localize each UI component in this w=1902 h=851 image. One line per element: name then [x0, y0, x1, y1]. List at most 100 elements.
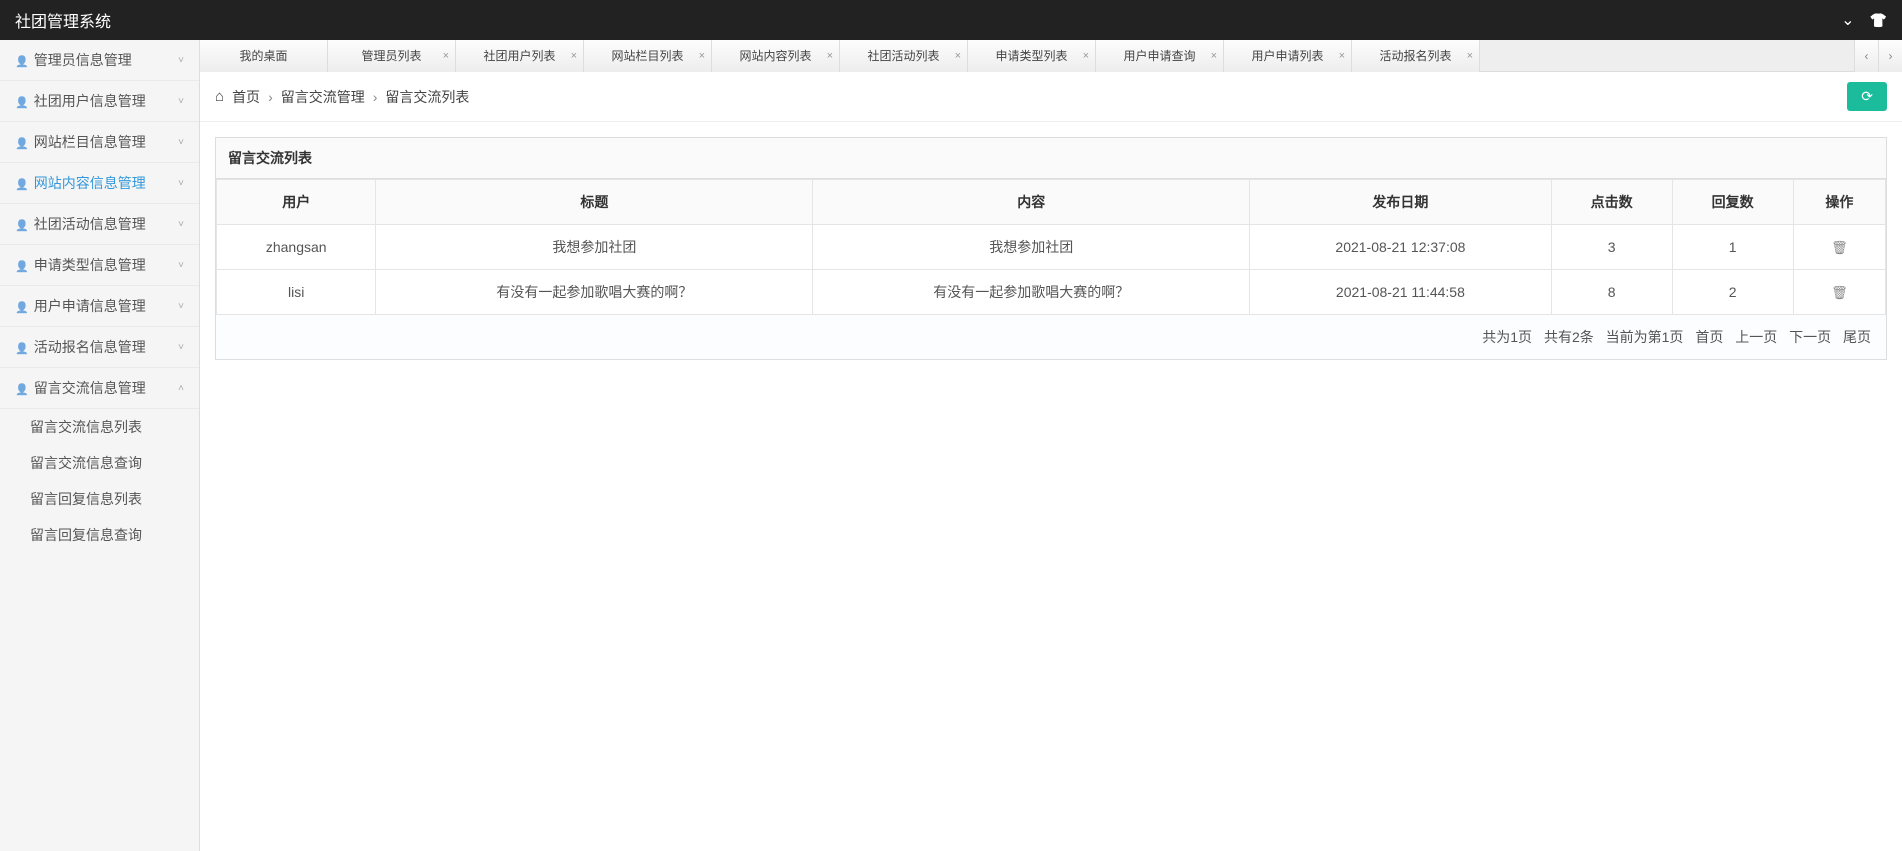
- table-header: 内容: [813, 180, 1250, 225]
- chevron-down-icon: ˅: [178, 178, 184, 189]
- sidebar-item[interactable]: 网站栏目信息管理˅: [0, 122, 199, 163]
- tab-label: 网站内容列表: [739, 47, 811, 64]
- sidebar-item-label: 社团用户信息管理: [34, 91, 146, 111]
- tab-nav: ‹ ›: [1854, 40, 1902, 72]
- sidebar-sub-item[interactable]: 留言交流信息查询: [0, 445, 199, 481]
- table-cell: zhangsan: [217, 225, 376, 270]
- table-cell: 1: [1672, 225, 1793, 270]
- table-header: 标题: [376, 180, 813, 225]
- tab[interactable]: 活动报名列表 ×: [1352, 40, 1480, 72]
- tab[interactable]: 申请类型列表×: [968, 40, 1096, 72]
- tab[interactable]: 社团活动列表 ×: [840, 40, 968, 72]
- table-row: zhangsan我想参加社团我想参加社团2021-08-21 12:37:083…: [217, 225, 1886, 270]
- sidebar-sub-item[interactable]: 留言回复信息查询: [0, 517, 199, 553]
- table-cell: 2: [1672, 270, 1793, 315]
- tab[interactable]: 网站栏目列表×: [584, 40, 712, 72]
- header-actions: [1841, 10, 1887, 30]
- close-icon[interactable]: ×: [1083, 50, 1089, 62]
- chevron-down-icon: ˅: [178, 219, 184, 230]
- sidebar-item[interactable]: 用户申请信息管理 ˅: [0, 286, 199, 327]
- chevron-down-icon: ˅: [178, 301, 184, 312]
- sidebar-item[interactable]: 申请类型信息管理˅: [0, 245, 199, 286]
- tab-label: 活动报名列表: [1379, 47, 1451, 64]
- pagination-next[interactable]: 下一页: [1789, 329, 1831, 345]
- table-cell: 有没有一起参加歌唱大赛的啊？: [813, 270, 1250, 315]
- user-icon: [15, 216, 29, 232]
- tab-label: 用户申请查询: [1123, 47, 1195, 64]
- sidebar-collapse-handle[interactable]: ◀: [199, 400, 200, 430]
- close-icon[interactable]: ×: [1211, 50, 1217, 62]
- dropdown-icon[interactable]: [1841, 10, 1854, 30]
- table-cell: 2021-08-21 11:44:58: [1250, 270, 1552, 315]
- user-icon: [15, 175, 29, 191]
- pagination-last[interactable]: 尾页: [1843, 329, 1871, 345]
- close-icon[interactable]: ×: [699, 50, 705, 62]
- table-header: 用户: [217, 180, 376, 225]
- chevron-up-icon: ˄: [178, 383, 184, 394]
- tab-scroll-left[interactable]: ‹: [1854, 40, 1878, 72]
- close-icon[interactable]: ×: [571, 50, 577, 62]
- sidebar-item-label: 申请类型信息管理: [34, 255, 146, 275]
- sidebar-item[interactable]: 社团用户信息管理˅: [0, 81, 199, 122]
- table-cell: 3: [1551, 225, 1672, 270]
- tab[interactable]: 我的桌面: [200, 40, 328, 72]
- sidebar-item[interactable]: 社团活动信息管理 ˅: [0, 204, 199, 245]
- tabs-container: 我的桌面管理员列表×社团用户列表×网站栏目列表×网站内容列表×社团活动列表×申请…: [200, 40, 1854, 72]
- breadcrumb-sep: ›: [373, 89, 378, 105]
- sidebar-item-label: 社团活动信息管理: [34, 214, 146, 234]
- sidebar-item[interactable]: 活动报名信息管理˅: [0, 327, 199, 368]
- table-header: 操作: [1793, 180, 1885, 225]
- close-icon[interactable]: ×: [1339, 50, 1345, 62]
- pagination-prev[interactable]: 上一页: [1735, 329, 1777, 345]
- table-cell: 我想参加社团: [813, 225, 1250, 270]
- sidebar-item-label: 用户申请信息管理: [34, 296, 146, 316]
- user-icon: [15, 380, 29, 396]
- tab[interactable]: 用户申请列表 ×: [1224, 40, 1352, 72]
- delete-icon[interactable]: [1831, 284, 1848, 300]
- tab-scroll-right[interactable]: ›: [1878, 40, 1902, 72]
- theme-icon[interactable]: [1870, 12, 1887, 29]
- tab-label: 用户申请列表: [1251, 47, 1323, 64]
- sidebar: 管理员信息管理˅社团用户信息管理˅网站栏目信息管理˅网站内容信息管理˅社团活动信…: [0, 40, 200, 851]
- sidebar-submenu: 留言交流信息列表留言交流信息查询留言回复信息列表留言回复信息查询: [0, 409, 199, 553]
- breadcrumb-home[interactable]: 首页: [232, 87, 260, 107]
- breadcrumb-sep: ›: [268, 89, 273, 105]
- user-icon: [15, 339, 29, 355]
- tab[interactable]: 社团用户列表×: [456, 40, 584, 72]
- close-icon[interactable]: ×: [955, 50, 961, 62]
- tab-label: 管理员列表: [361, 47, 421, 64]
- delete-icon[interactable]: [1831, 239, 1848, 255]
- table-cell: 有没有一起参加歌唱大赛的啊？: [376, 270, 813, 315]
- tabs-bar: 我的桌面管理员列表×社团用户列表×网站栏目列表×网站内容列表×社团活动列表×申请…: [200, 40, 1902, 72]
- sidebar-sub-item[interactable]: 留言交流信息列表: [0, 409, 199, 445]
- sidebar-item[interactable]: 留言交流信息管理˄: [0, 368, 199, 409]
- close-icon[interactable]: ×: [443, 50, 449, 62]
- panel-title: 留言交流列表: [216, 138, 1886, 179]
- tab[interactable]: 管理员列表 ×: [328, 40, 456, 72]
- table-cell: lisi: [217, 270, 376, 315]
- sidebar-item[interactable]: 网站内容信息管理 ˅: [0, 163, 199, 204]
- user-icon: [15, 52, 29, 68]
- sidebar-item-label: 网站内容信息管理: [34, 173, 146, 193]
- breadcrumb-bar: 首页 › 留言交流管理 › 留言交流列表: [200, 72, 1902, 122]
- table-cell: 我想参加社团: [376, 225, 813, 270]
- close-icon[interactable]: ×: [1467, 50, 1473, 62]
- table-cell: 8: [1551, 270, 1672, 315]
- tab-label: 社团活动列表: [867, 47, 939, 64]
- breadcrumb-group[interactable]: 留言交流管理: [281, 87, 365, 107]
- tab[interactable]: 网站内容列表 ×: [712, 40, 840, 72]
- refresh-button[interactable]: [1847, 82, 1887, 111]
- pagination-total-rows: 共有2条: [1544, 329, 1594, 345]
- sidebar-item[interactable]: 管理员信息管理˅: [0, 40, 199, 81]
- pagination-total-pages: 共为1页: [1482, 329, 1532, 345]
- tab[interactable]: 用户申请查询 ×: [1096, 40, 1224, 72]
- sidebar-sub-item[interactable]: 留言回复信息列表: [0, 481, 199, 517]
- table-cell-actions: [1793, 225, 1885, 270]
- tab-label: 我的桌面: [239, 47, 287, 64]
- refresh-icon: [1861, 88, 1873, 104]
- table-cell: 2021-08-21 12:37:08: [1250, 225, 1552, 270]
- pagination-first[interactable]: 首页: [1695, 329, 1723, 345]
- home-icon[interactable]: [215, 88, 224, 105]
- table-header: 点击数: [1551, 180, 1672, 225]
- close-icon[interactable]: ×: [827, 50, 833, 62]
